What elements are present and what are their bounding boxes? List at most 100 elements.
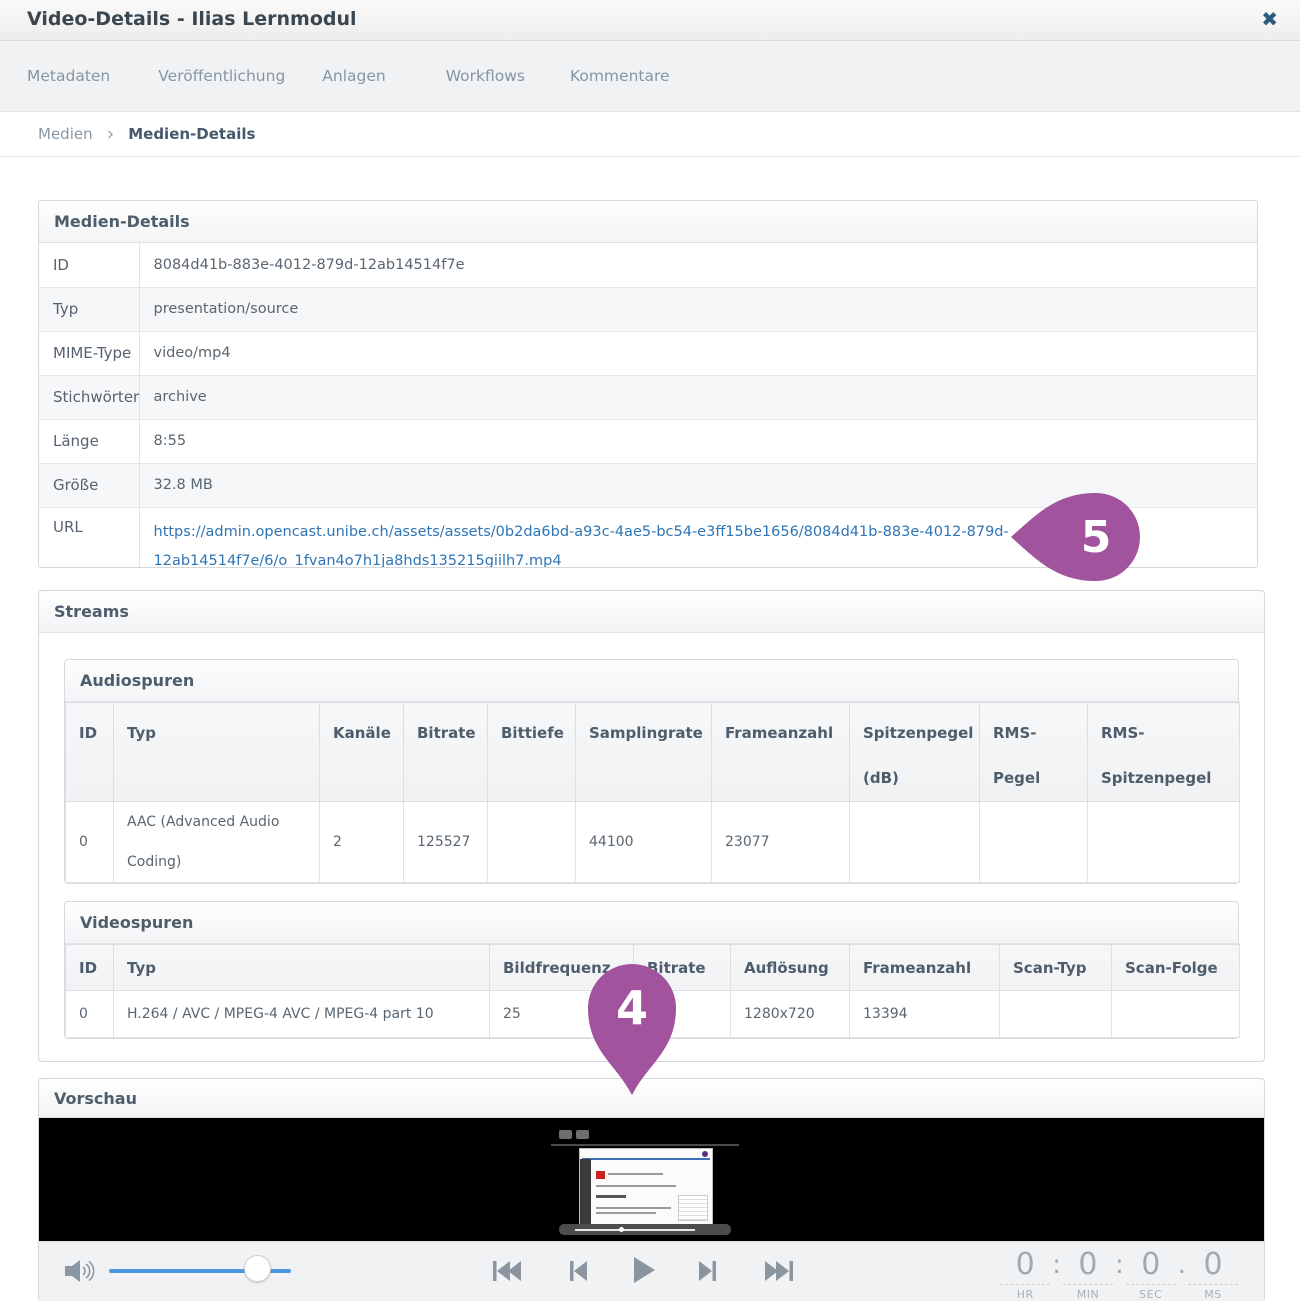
timecode-minutes: 0 MIN <box>1063 1248 1113 1301</box>
table-row: Länge 8:55 <box>39 419 1257 463</box>
row-label: MIME-Type <box>39 331 139 375</box>
cell <box>1112 991 1240 1038</box>
row-value: presentation/source <box>139 287 1257 331</box>
skip-to-start-button[interactable] <box>491 1257 521 1289</box>
breadcrumb-medien-details: Medien-Details <box>128 125 255 143</box>
thumbnail-text-line <box>608 1173 663 1175</box>
thumbnail-browser-page <box>579 1148 713 1230</box>
timecode-seconds: 0 SEC <box>1126 1248 1176 1301</box>
table-row: Stichwörter archive <box>39 375 1257 419</box>
preview-panel: Vorschau <box>38 1078 1265 1300</box>
breadcrumb-medien[interactable]: Medien <box>38 125 93 143</box>
streams-header: Streams <box>39 591 1264 633</box>
thumbnail-progress-line <box>575 1229 695 1231</box>
col-header: Typ <box>114 945 490 991</box>
thumbnail-text-line <box>596 1212 656 1214</box>
tab-workflows[interactable]: Workflows <box>446 67 525 85</box>
tab-anlagen[interactable]: Anlagen <box>322 67 385 85</box>
cell: 44100 <box>576 802 712 883</box>
col-header: Bittiefe <box>488 703 576 802</box>
annotation-marker-4: 4 <box>586 962 678 1098</box>
cell <box>980 802 1088 883</box>
thumbnail-text-line <box>596 1207 671 1209</box>
thumbnail-button-icon <box>576 1130 589 1139</box>
tab-veroeffentlichungen[interactable]: Veröffentlichungen <box>158 67 286 85</box>
cell <box>1088 802 1240 883</box>
audio-tracks-header: Audiospuren <box>65 660 1238 702</box>
col-header: Bitrate <box>404 703 488 802</box>
skip-to-end-button[interactable] <box>765 1257 795 1289</box>
video-stage[interactable] <box>39 1118 1264 1241</box>
timecode-milliseconds: 0 MS <box>1188 1248 1238 1301</box>
play-button[interactable] <box>631 1255 657 1289</box>
col-header: ID <box>66 703 114 802</box>
breadcrumb: Medien › Medien-Details <box>0 112 1300 157</box>
table-row: MIME-Type video/mp4 <box>39 331 1257 375</box>
modal-titlebar: Video-Details - Ilias Lernmodul ✖ <box>0 0 1300 41</box>
col-header: Scan-Folge <box>1112 945 1240 991</box>
cell: 0 <box>66 991 114 1038</box>
svg-text:5: 5 <box>1081 512 1112 563</box>
close-icon[interactable]: ✖ <box>1261 7 1278 31</box>
thumbnail-link-line <box>582 1158 710 1160</box>
row-label: Typ <box>39 287 139 331</box>
row-label: ID <box>39 243 139 287</box>
media-details-header: Medien-Details <box>39 201 1257 243</box>
col-header: Frameanzahl <box>850 945 1000 991</box>
cell: 13394 <box>850 991 1000 1038</box>
svg-text:4: 4 <box>616 981 648 1035</box>
thumbnail-button-icon <box>559 1130 572 1139</box>
media-details-title: Medien-Details <box>54 212 190 231</box>
tab-bar: Metadaten Veröffentlichungen Anlagen Wor… <box>0 41 1300 112</box>
chevron-right-icon: › <box>107 123 115 145</box>
cell: 125527 <box>404 802 488 883</box>
col-header: RMS-Spitzenpegel <box>1088 703 1240 802</box>
row-label: Größe <box>39 463 139 507</box>
cell: 2 <box>320 802 404 883</box>
volume-slider-knob[interactable] <box>244 1255 271 1282</box>
col-header: Typ <box>114 703 320 802</box>
cell: 0 <box>66 802 114 883</box>
row-value: 8084d41b-883e-4012-879d-12ab14514f7e <box>139 243 1257 287</box>
row-label: URL <box>39 507 139 568</box>
media-url-link[interactable]: https://admin.opencast.unibe.ch/assets/a… <box>154 518 1139 569</box>
row-value: 8:55 <box>139 419 1257 463</box>
video-tracks-title: Videospuren <box>80 913 193 932</box>
row-label: Länge <box>39 419 139 463</box>
row-value: archive <box>139 375 1257 419</box>
thumbnail-avatar-dot <box>702 1151 708 1157</box>
volume-icon[interactable] <box>63 1258 97 1288</box>
thumbnail-sidebar <box>580 1159 591 1225</box>
cell <box>850 802 980 883</box>
audio-tracks-title: Audiospuren <box>80 671 194 690</box>
tab-metadaten[interactable]: Metadaten <box>27 67 110 85</box>
streams-title: Streams <box>54 602 129 621</box>
previous-frame-button[interactable] <box>567 1257 587 1289</box>
cell: 1280x720 <box>731 991 850 1038</box>
table-row: Typ presentation/source <box>39 287 1257 331</box>
timecode-display: 0 HR : 0 MIN : 0 SEC . 0 MS <box>1000 1248 1238 1301</box>
annotation-marker-5: 5 <box>1008 489 1146 585</box>
timecode-separator: : <box>1115 1248 1124 1282</box>
player-controls: 0 HR : 0 MIN : 0 SEC . 0 MS <box>39 1241 1264 1301</box>
thumbnail-text-line <box>596 1185 676 1187</box>
cell <box>488 802 576 883</box>
row-value: video/mp4 <box>139 331 1257 375</box>
cell: AAC (Advanced Audio Coding) <box>114 802 320 883</box>
thumbnail-text-line <box>596 1195 626 1198</box>
col-header: Samplingrate <box>576 703 712 802</box>
col-header: Scan-Typ <box>1000 945 1112 991</box>
col-header: Frameanzahl <box>712 703 850 802</box>
table-header-row: ID Typ Kanäle Bitrate Bittiefe Samplingr… <box>66 703 1240 802</box>
col-header: Spitzenpegel (dB) <box>850 703 980 802</box>
thumbnail-player-bar <box>559 1224 731 1235</box>
table-row: 0 AAC (Advanced Audio Coding) 2 125527 4… <box>66 802 1240 883</box>
tab-kommentare[interactable]: Kommentare <box>570 67 670 85</box>
next-frame-button[interactable] <box>699 1257 719 1289</box>
audio-tracks-table: ID Typ Kanäle Bitrate Bittiefe Samplingr… <box>65 702 1240 883</box>
thumbnail-window-bar <box>551 1144 739 1146</box>
timecode-separator: : <box>1052 1248 1061 1282</box>
thumbnail-calendar <box>678 1195 708 1221</box>
col-header: Auflösung <box>731 945 850 991</box>
col-header: RMS-Pegel <box>980 703 1088 802</box>
